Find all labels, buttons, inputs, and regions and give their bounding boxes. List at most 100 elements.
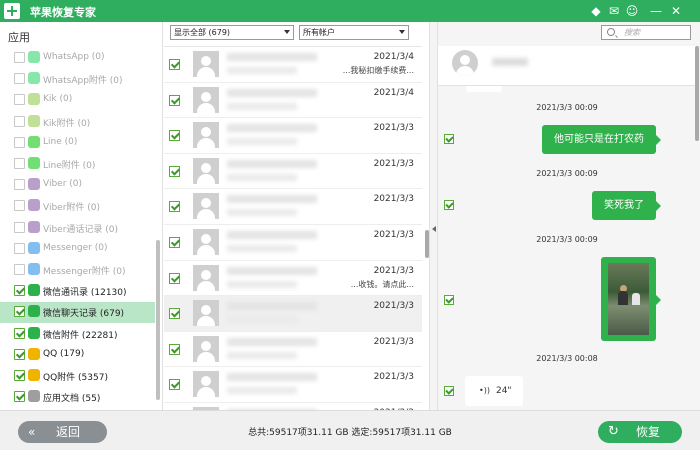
sidebar-item-label: 微信通讯录 (12130) — [43, 288, 127, 299]
sidebar-item[interactable]: 微信通讯录 (12130) — [0, 281, 155, 302]
contact-name-blurred — [227, 302, 317, 311]
sidebar-item-checkbox[interactable] — [14, 200, 25, 212]
row-checkbox[interactable] — [169, 272, 180, 284]
chat-scrollbar[interactable] — [695, 46, 699, 141]
row-preview: ...收钱。请点此... — [350, 279, 414, 289]
row-checkbox[interactable] — [169, 237, 180, 248]
sidebar-item-checkbox[interactable] — [14, 94, 25, 106]
sidebar-item[interactable]: WhatsApp (0) — [0, 48, 155, 69]
sidebar-item[interactable]: Viber (0) — [0, 175, 155, 196]
whatsapp-icon — [28, 72, 40, 85]
avatar — [193, 264, 219, 291]
message-checkbox[interactable] — [444, 295, 454, 305]
minimize-icon[interactable]: — — [648, 3, 664, 19]
row-checkbox[interactable] — [169, 308, 180, 320]
sidebar-item-checkbox[interactable] — [14, 264, 25, 275]
list-item[interactable]: 2021/3/3 — [164, 225, 422, 261]
image-message[interactable] — [601, 257, 661, 341]
list-item[interactable]: 2021/3/3 — [164, 189, 422, 225]
row-checkbox[interactable] — [169, 165, 180, 177]
line-icon — [28, 135, 40, 148]
contact-name-blurred — [227, 231, 317, 239]
row-checkbox[interactable] — [169, 59, 180, 70]
sidebar-item-label: Messenger附件 (0) — [43, 267, 126, 277]
sidebar-item[interactable]: 微信聊天记录 (679) — [0, 302, 155, 324]
sidebar-item[interactable]: WhatsApp附件 (0) — [0, 69, 155, 90]
contact-name-blurred — [227, 373, 317, 382]
collapse-arrow-icon[interactable] — [432, 226, 436, 232]
sidebar-item-label: Kik (0) — [43, 94, 73, 105]
diamond-icon[interactable]: ◆ — [588, 3, 604, 19]
sidebar-item-checkbox[interactable] — [14, 348, 25, 360]
message-checkbox[interactable] — [444, 134, 454, 144]
panel-divider[interactable] — [429, 22, 438, 410]
sidebar-item-label: WhatsApp (0) — [43, 52, 105, 62]
sidebar-item-checkbox[interactable] — [14, 285, 25, 297]
sidebar-item[interactable]: QQ (179) — [0, 345, 155, 366]
list-item[interactable]: 2021/3/3 — [164, 403, 422, 410]
voice-message[interactable]: •)) 24" — [465, 376, 523, 406]
sidebar-item[interactable]: QQ附件 (5357) — [0, 366, 155, 387]
sidebar-item-checkbox[interactable] — [14, 242, 25, 254]
message-preview-blurred — [227, 102, 297, 110]
sidebar-item[interactable]: Messenger (0) — [0, 239, 155, 260]
list-item[interactable]: 2021/3/3 — [164, 296, 422, 332]
sidebar-item[interactable]: Line附件 (0) — [0, 154, 155, 175]
row-checkbox[interactable] — [169, 343, 180, 355]
sidebar-scrollbar[interactable] — [156, 240, 160, 400]
show-filter-select[interactable]: 显示全部 (679) — [170, 25, 294, 40]
wechat-icon — [28, 284, 40, 297]
sidebar-item[interactable]: Kik附件 (0) — [0, 112, 155, 133]
message-timestamp: 2021/3/3 00:09 — [536, 169, 598, 178]
sidebar-item-checkbox[interactable] — [14, 179, 25, 191]
list-item[interactable]: 2021/3/3 — [164, 118, 422, 154]
sidebar-item[interactable]: 应用文档 (55) — [0, 387, 155, 408]
account-filter-select[interactable]: 所有帐户 — [299, 25, 409, 40]
list-item[interactable]: 2021/3/3 — [164, 367, 422, 403]
row-checkbox[interactable] — [169, 94, 180, 106]
close-icon[interactable]: ✕ — [668, 3, 684, 19]
sidebar-item-label: Viber通话记录 (0) — [43, 224, 119, 235]
list-item[interactable]: 2021/3/3 — [164, 154, 422, 190]
search-input[interactable]: 搜索 — [601, 25, 691, 40]
row-checkbox[interactable] — [169, 201, 180, 213]
list-item[interactable]: 2021/3/3 ...收钱。请点此... — [164, 261, 422, 297]
feedback-icon[interactable]: ☺ — [624, 3, 640, 19]
row-checkbox[interactable] — [169, 130, 180, 142]
message-bubble: 笑死我了 — [592, 191, 661, 220]
sidebar-item[interactable]: Line (0) — [0, 133, 155, 154]
sidebar-item-checkbox[interactable] — [14, 73, 25, 85]
sidebar-item[interactable]: 微信附件 (22281) — [0, 324, 155, 345]
mail-icon[interactable]: ✉ — [606, 3, 622, 19]
sidebar-item[interactable]: Viber通话记录 (0) — [0, 218, 155, 239]
avatar — [452, 50, 478, 76]
search-icon — [607, 28, 615, 36]
contact-name-blurred — [492, 58, 528, 66]
sidebar-item-checkbox[interactable] — [14, 115, 25, 127]
chevron-down-icon — [399, 30, 405, 34]
message-timestamp: 2021/3/3 00:09 — [536, 103, 598, 112]
row-preview: ...我秘扣缴手续费... — [342, 66, 414, 75]
sidebar-item-checkbox[interactable] — [14, 327, 25, 339]
sidebar-item-checkbox[interactable] — [14, 391, 25, 403]
sidebar-item-checkbox[interactable] — [14, 306, 25, 318]
chat-panel: 搜索 2021/3/3 00:09 他可能只是在打农药 2021/3/3 00:09… — [438, 22, 700, 410]
sidebar-item[interactable]: Messenger附件 (0) — [0, 260, 155, 281]
recover-button[interactable]: ↻ 恢复 — [598, 421, 682, 443]
message-checkbox[interactable] — [444, 386, 454, 396]
list-item[interactable]: 2021/3/3 — [164, 332, 422, 368]
row-checkbox[interactable] — [169, 379, 180, 391]
voice-duration: 24" — [495, 386, 512, 396]
sidebar-item[interactable]: Kik (0) — [0, 90, 155, 111]
sidebar-item-checkbox[interactable] — [14, 136, 25, 148]
title-bar: 苹果恢复专家 ◆ ✉ ☺ — ✕ — [0, 0, 700, 22]
sidebar-item-checkbox[interactable] — [14, 370, 25, 381]
list-item[interactable]: 2021/3/4 — [164, 83, 422, 119]
sidebar-item-checkbox[interactable] — [14, 52, 25, 63]
message-checkbox[interactable] — [444, 200, 454, 210]
sidebar-item-checkbox[interactable] — [14, 221, 25, 233]
sidebar-item-checkbox[interactable] — [14, 158, 25, 169]
sidebar-item[interactable]: Viber附件 (0) — [0, 196, 155, 217]
list-item[interactable]: 2021/3/4 ...我秘扣缴手续费... — [164, 47, 422, 83]
message-timestamp: 2021/3/3 00:09 — [536, 235, 598, 244]
